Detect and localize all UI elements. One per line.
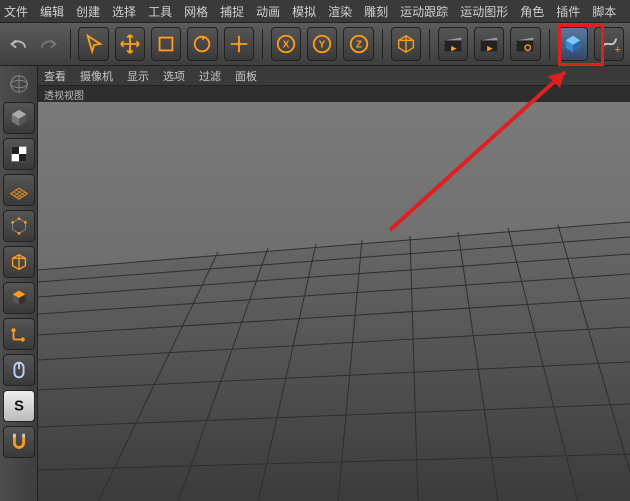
snap-button[interactable]: S: [3, 390, 35, 422]
menu-mesh[interactable]: 网格: [184, 3, 208, 20]
crosshair-icon: [228, 33, 250, 55]
clapper-gear-icon: [514, 33, 536, 55]
separator: [549, 29, 550, 59]
menu-mograph[interactable]: 运动图形: [460, 3, 508, 20]
magnet-icon: [8, 431, 30, 453]
menu-create[interactable]: 创建: [76, 3, 100, 20]
menu-sim[interactable]: 模拟: [292, 3, 316, 20]
texture-mode-button[interactable]: [3, 138, 35, 170]
menu-anim[interactable]: 动画: [256, 3, 280, 20]
add-spline-button[interactable]: +: [594, 27, 624, 61]
svg-text:Y: Y: [319, 40, 326, 51]
cube-primitive-icon: [562, 33, 584, 55]
undo-button[interactable]: [6, 27, 31, 61]
separator: [382, 29, 383, 59]
axis-tool-button[interactable]: [3, 318, 35, 350]
menu-file[interactable]: 文件: [4, 3, 28, 20]
scale-button[interactable]: [151, 27, 181, 61]
perspective-viewport[interactable]: [38, 102, 630, 501]
snap-s-icon: S: [8, 395, 30, 417]
y-axis-icon: Y: [311, 33, 333, 55]
menu-select[interactable]: 选择: [112, 3, 136, 20]
side-toolbar: S: [0, 66, 38, 501]
layout-globe-button[interactable]: [3, 70, 35, 98]
polygons-mode-button[interactable]: [3, 282, 35, 314]
floor-grid: [38, 102, 630, 501]
svg-text:+: +: [614, 44, 620, 55]
scale-icon: [155, 33, 177, 55]
points-mode-button[interactable]: [3, 210, 35, 242]
redo-button[interactable]: [37, 27, 62, 61]
main-toolbar: X Y Z +: [0, 22, 630, 66]
viewport-wrap: 查看 摄像机 显示 选项 过滤 面板 透视视图: [38, 66, 630, 501]
move-button[interactable]: [115, 27, 145, 61]
rotate-icon: [191, 33, 213, 55]
view-menu-options[interactable]: 选项: [163, 68, 185, 84]
menu-tools[interactable]: 工具: [148, 3, 172, 20]
menu-track[interactable]: 运动跟踪: [400, 3, 448, 20]
cube-orange-icon: [395, 33, 417, 55]
rotate-button[interactable]: [187, 27, 217, 61]
axis-y-button[interactable]: Y: [307, 27, 337, 61]
add-cube-button[interactable]: [558, 27, 588, 61]
spline-icon: +: [598, 33, 620, 55]
cube-points-icon: [8, 215, 30, 237]
cube-solid-icon: [8, 107, 30, 129]
menu-sculpt[interactable]: 雕刻: [364, 3, 388, 20]
separator: [429, 29, 430, 59]
move-icon: [119, 33, 141, 55]
x-axis-icon: X: [275, 33, 297, 55]
clapper-play-icon: [478, 33, 500, 55]
axis-x-button[interactable]: X: [271, 27, 301, 61]
tweak-button[interactable]: [3, 354, 35, 386]
undo-icon: [7, 33, 29, 55]
svg-text:X: X: [283, 40, 290, 51]
separator: [262, 29, 263, 59]
svg-text:Z: Z: [355, 40, 361, 51]
menu-edit[interactable]: 编辑: [40, 3, 64, 20]
view-menu-camera[interactable]: 摄像机: [80, 68, 113, 84]
axis-icon: [8, 323, 30, 345]
menu-render[interactable]: 渲染: [328, 3, 352, 20]
cursor-icon: [83, 33, 105, 55]
menu-script[interactable]: 脚本: [592, 3, 616, 20]
last-tool-button[interactable]: [224, 27, 254, 61]
live-select-button[interactable]: [78, 27, 108, 61]
render-settings-button[interactable]: [510, 27, 540, 61]
checker-icon: [8, 143, 30, 165]
main-menubar: 文件 编辑 创建 选择 工具 网格 捕捉 动画 模拟 渲染 雕刻 运动跟踪 运动…: [0, 0, 630, 22]
axis-z-button[interactable]: Z: [343, 27, 373, 61]
z-axis-icon: Z: [348, 33, 370, 55]
content-area: S 查看 摄像机 显示 选项 过滤 面板 透视视图: [0, 66, 630, 501]
viewport-label: 透视视图: [38, 86, 630, 102]
menu-snap[interactable]: 捕捉: [220, 3, 244, 20]
cube-poly-icon: [8, 287, 30, 309]
view-menu-display[interactable]: 显示: [127, 68, 149, 84]
svg-text:S: S: [14, 399, 24, 415]
render-pv-button[interactable]: [474, 27, 504, 61]
redo-icon: [38, 33, 60, 55]
clapper-icon: [442, 33, 464, 55]
grid-plane-icon: [8, 179, 30, 201]
mouse-icon: [8, 359, 30, 381]
separator: [70, 29, 71, 59]
globe-icon: [8, 73, 30, 95]
magnet-button[interactable]: [3, 426, 35, 458]
menu-plugins[interactable]: 插件: [556, 3, 580, 20]
view-menu-filter[interactable]: 过滤: [199, 68, 221, 84]
edges-mode-button[interactable]: [3, 246, 35, 278]
cube-edges-icon: [8, 251, 30, 273]
render-view-button[interactable]: [438, 27, 468, 61]
view-menu-panel[interactable]: 面板: [235, 68, 257, 84]
menu-character[interactable]: 角色: [520, 3, 544, 20]
view-menu-view[interactable]: 查看: [44, 68, 66, 84]
viewport-menubar: 查看 摄像机 显示 选项 过滤 面板: [38, 66, 630, 86]
workplane-button[interactable]: [3, 174, 35, 206]
coord-system-button[interactable]: [391, 27, 421, 61]
model-mode-button[interactable]: [3, 102, 35, 134]
